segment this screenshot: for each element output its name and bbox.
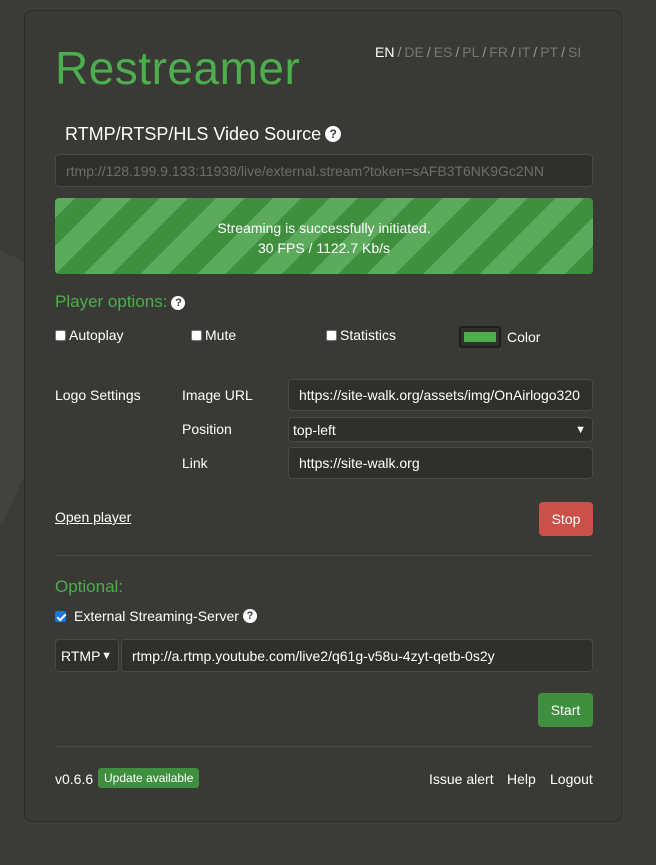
mute-checkbox[interactable]: Mute: [191, 327, 236, 343]
position-value: top-left: [293, 421, 336, 438]
external-url-input[interactable]: rtmp://a.rtmp.youtube.com/live2/q61g-v58…: [121, 639, 593, 672]
language-separator: /: [455, 44, 460, 60]
player-options-label: Player options:: [55, 292, 168, 311]
checkbox-box[interactable]: [326, 329, 337, 341]
chevron-down-icon: ▼: [575, 423, 586, 436]
language-separator: /: [561, 44, 565, 60]
logo-settings-label: Logo Settings: [55, 387, 141, 403]
language-separator: /: [533, 44, 538, 60]
position-label: Position: [182, 421, 232, 437]
status-message: Streaming is successfully initiated.: [217, 220, 431, 236]
color-picker[interactable]: Color: [459, 326, 540, 348]
version-label: v0.6.6: [55, 771, 94, 787]
language-separator: /: [426, 44, 431, 60]
language-switcher: EN / DE / ES / PL / FR / IT / PT / SI: [375, 44, 592, 60]
language-es[interactable]: ES: [434, 44, 453, 60]
status-stats: 30 FPS / 1122.7 Kb/s: [257, 240, 391, 256]
issue-alert-link[interactable]: Issue alert: [429, 771, 494, 787]
optional-title: Optional:: [55, 577, 124, 596]
source-title-label: RTMP/RTSP/HLS Video Source: [65, 124, 322, 144]
language-pt[interactable]: PT: [540, 44, 558, 60]
stop-button[interactable]: Stop: [539, 502, 593, 536]
statistics-label: Statistics: [340, 327, 397, 343]
checkbox-box[interactable]: [55, 610, 66, 622]
question-circle-icon[interactable]: ?: [325, 126, 342, 142]
help-link[interactable]: Help: [507, 771, 536, 787]
chevron-down-icon: ▼: [101, 649, 112, 662]
source-title: RTMP/RTSP/HLS Video Source?: [65, 124, 342, 145]
language-it[interactable]: IT: [518, 44, 530, 60]
language-si[interactable]: SI: [568, 44, 581, 60]
mute-label: Mute: [205, 327, 237, 343]
logout-link[interactable]: Logout: [550, 771, 593, 787]
external-url-value: rtmp://a.rtmp.youtube.com/live2/q61g-v58…: [132, 647, 495, 664]
stream-status-banner: Streaming is successfully initiated. 30 …: [55, 198, 593, 274]
update-available-badge[interactable]: Update available: [98, 768, 200, 788]
language-pl[interactable]: PL: [462, 44, 479, 60]
source-url-value: rtmp://128.199.9.133:11938/live/external…: [66, 162, 544, 179]
image-url-value: https://site-walk.org/assets/img/OnAirlo…: [299, 387, 580, 403]
external-server-checkbox[interactable]: External Streaming-Server?: [55, 608, 257, 624]
checkbox-box[interactable]: [191, 329, 202, 341]
image-url-label: Image URL: [182, 387, 253, 403]
external-server-label: External Streaming-Server: [74, 608, 239, 624]
source-url-input[interactable]: rtmp://128.199.9.133:11938/live/external…: [55, 154, 593, 187]
open-player-link[interactable]: Open player: [55, 509, 131, 525]
protocol-select[interactable]: RTMP ▼: [55, 639, 119, 672]
link-label: Link: [182, 455, 208, 471]
player-options-title: Player options:?: [55, 292, 186, 312]
question-circle-icon[interactable]: ?: [242, 609, 257, 623]
language-de[interactable]: DE: [404, 44, 423, 60]
checkbox-box[interactable]: [55, 329, 66, 341]
color-label: Color: [507, 329, 541, 345]
autoplay-checkbox[interactable]: Autoplay: [55, 327, 123, 343]
language-separator: /: [510, 44, 515, 60]
color-swatch-fill: [464, 332, 496, 342]
brand-title: Restreamer: [55, 42, 301, 94]
protocol-value: RTMP: [61, 647, 101, 664]
language-en[interactable]: EN: [375, 44, 394, 60]
position-select[interactable]: top-left ▼: [288, 417, 593, 442]
image-url-input[interactable]: https://site-walk.org/assets/img/OnAirlo…: [288, 379, 593, 411]
logo-link-input[interactable]: https://site-walk.org: [288, 447, 593, 479]
main-panel: Restreamer EN / DE / ES / PL / FR / IT / PT / SI RTMP/…: [24, 10, 622, 822]
statistics-checkbox[interactable]: Statistics: [326, 327, 396, 343]
divider: [55, 555, 593, 556]
language-separator: /: [482, 44, 487, 60]
language-fr[interactable]: FR: [489, 44, 508, 60]
question-circle-icon[interactable]: ?: [171, 296, 186, 310]
divider: [55, 746, 593, 747]
start-button[interactable]: Start: [538, 693, 593, 727]
autoplay-label: Autoplay: [69, 327, 124, 343]
logo-link-value: https://site-walk.org: [299, 455, 420, 471]
language-separator: /: [397, 44, 402, 60]
color-swatch[interactable]: [459, 326, 501, 348]
